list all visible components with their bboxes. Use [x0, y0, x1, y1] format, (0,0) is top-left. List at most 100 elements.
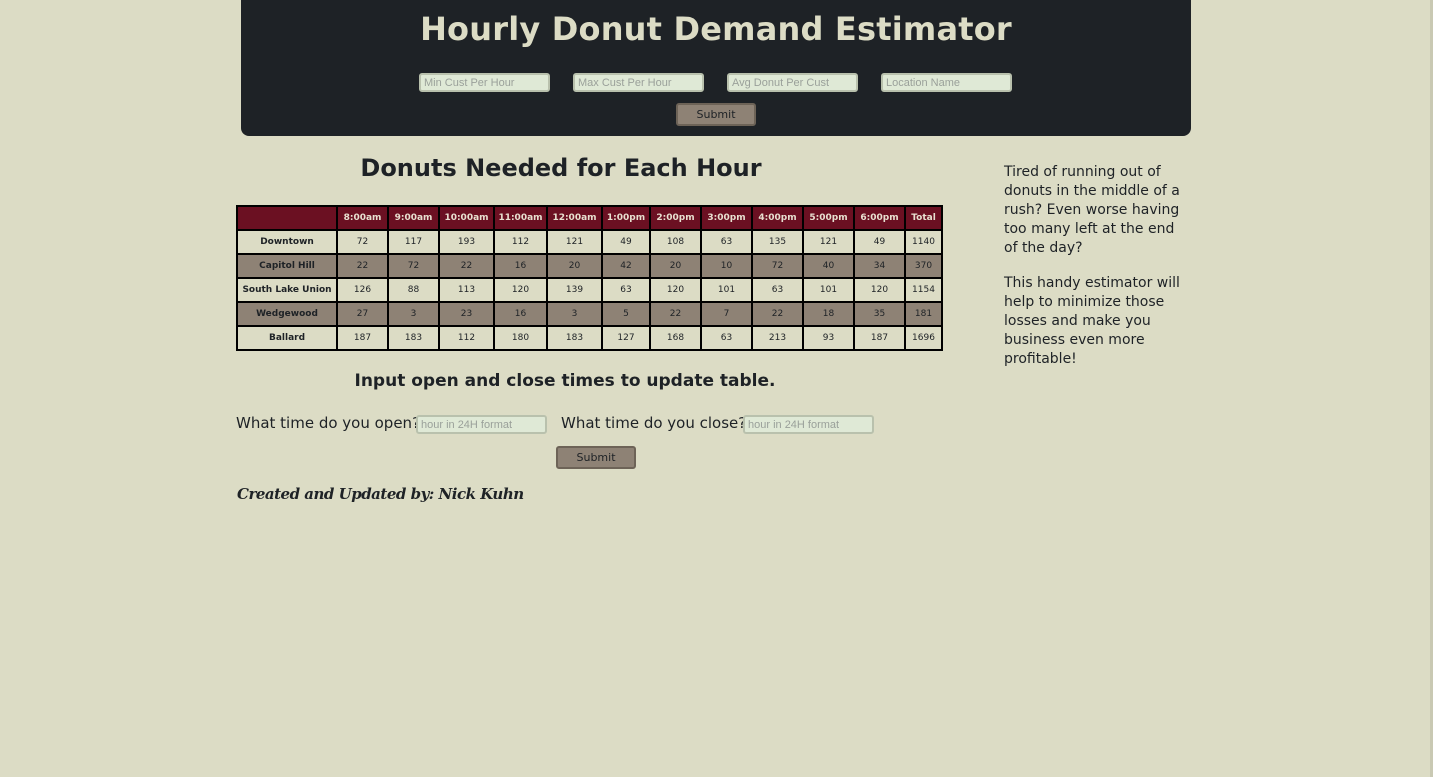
table-cell: 20 [649, 253, 702, 279]
table-cell: 5 [601, 301, 651, 327]
table-row: Ballard 187 183 112 180 183 127 168 63 2… [236, 325, 943, 351]
column-header: 6:00pm [853, 205, 906, 231]
table-cell: 72 [387, 253, 440, 279]
table-cell: 120 [853, 277, 906, 303]
table-cell: 187 [336, 325, 389, 351]
table-cell: 193 [438, 229, 495, 255]
table-cell: 20 [546, 253, 603, 279]
open-time-input[interactable] [416, 415, 547, 434]
table-cell: 22 [336, 253, 389, 279]
column-header: Total [904, 205, 943, 231]
close-time-label: What time do you close? [561, 414, 747, 432]
table-cell: 139 [546, 277, 603, 303]
table-cell: 35 [853, 301, 906, 327]
table-cell: 112 [438, 325, 495, 351]
column-header: 10:00am [438, 205, 495, 231]
table-cell: 34 [853, 253, 906, 279]
row-total: 1140 [904, 229, 943, 255]
table-cell: 183 [387, 325, 440, 351]
table-cell: 63 [751, 277, 804, 303]
donut-demand-table: 8:00am 9:00am 10:00am 11:00am 12:00am 1:… [236, 205, 943, 351]
update-instructions: Input open and close times to update tab… [354, 371, 776, 391]
column-header [236, 205, 338, 231]
row-location: Ballard [236, 325, 338, 351]
table-cell: 23 [438, 301, 495, 327]
open-time-label: What time do you open? [236, 414, 421, 432]
table-cell: 27 [336, 301, 389, 327]
blurb-paragraph: This handy estimator will help to minimi… [1004, 275, 1180, 367]
site-header: Hourly Donut Demand Estimator Submit [241, 0, 1191, 136]
max-cust-input[interactable] [573, 73, 704, 92]
column-header: 4:00pm [751, 205, 804, 231]
table-cell: 121 [546, 229, 603, 255]
table-cell: 213 [751, 325, 804, 351]
table-cell: 49 [601, 229, 651, 255]
table-cell: 120 [649, 277, 702, 303]
table-cell: 22 [649, 301, 702, 327]
table-cell: 72 [751, 253, 804, 279]
table-row: Wedgewood 27 3 23 16 3 5 22 7 22 18 35 1… [236, 301, 943, 327]
row-total: 181 [904, 301, 943, 327]
column-header: 12:00am [546, 205, 603, 231]
table-cell: 22 [751, 301, 804, 327]
column-header: 3:00pm [700, 205, 753, 231]
table-cell: 72 [336, 229, 389, 255]
table-cell: 108 [649, 229, 702, 255]
row-total: 1154 [904, 277, 943, 303]
table-row: Downtown 72 117 193 112 121 49 108 63 13… [236, 229, 943, 255]
blurb-paragraph: Tired of running out of donuts in the mi… [1004, 164, 1180, 256]
row-location: Capitol Hill [236, 253, 338, 279]
table-cell: 88 [387, 277, 440, 303]
table-cell: 121 [802, 229, 855, 255]
table-cell: 16 [493, 253, 548, 279]
table-cell: 93 [802, 325, 855, 351]
table-cell: 10 [700, 253, 753, 279]
table-cell: 63 [601, 277, 651, 303]
avg-donut-input[interactable] [727, 73, 858, 92]
row-total: 370 [904, 253, 943, 279]
sidebar-blurb: Tired of running out of donuts in the mi… [1004, 163, 1189, 385]
column-header: 8:00am [336, 205, 389, 231]
min-cust-input[interactable] [419, 73, 550, 92]
row-total: 1696 [904, 325, 943, 351]
table-cell: 126 [336, 277, 389, 303]
column-header: 5:00pm [802, 205, 855, 231]
table-cell: 63 [700, 325, 753, 351]
table-cell: 112 [493, 229, 548, 255]
table-header-row: 8:00am 9:00am 10:00am 11:00am 12:00am 1:… [236, 205, 943, 231]
table-cell: 120 [493, 277, 548, 303]
table-cell: 183 [546, 325, 603, 351]
row-location: Wedgewood [236, 301, 338, 327]
add-location-submit-button[interactable]: Submit [676, 103, 756, 126]
row-location: Downtown [236, 229, 338, 255]
table-row: Capitol Hill 22 72 22 16 20 42 20 10 72 … [236, 253, 943, 279]
table-cell: 101 [802, 277, 855, 303]
table-cell: 113 [438, 277, 495, 303]
row-location: South Lake Union [236, 277, 338, 303]
table-cell: 127 [601, 325, 651, 351]
column-header: 9:00am [387, 205, 440, 231]
table-cell: 135 [751, 229, 804, 255]
table-cell: 180 [493, 325, 548, 351]
table-cell: 63 [700, 229, 753, 255]
update-hours-submit-button[interactable]: Submit [556, 446, 636, 469]
location-name-input[interactable] [881, 73, 1012, 92]
close-time-input[interactable] [743, 415, 874, 434]
table-cell: 7 [700, 301, 753, 327]
column-header: 2:00pm [649, 205, 702, 231]
table-cell: 168 [649, 325, 702, 351]
table-cell: 187 [853, 325, 906, 351]
column-header: 11:00am [493, 205, 548, 231]
table-row: South Lake Union 126 88 113 120 139 63 1… [236, 277, 943, 303]
author-credit: Created and Updated by: Nick Kuhn [237, 485, 524, 503]
table-cell: 16 [493, 301, 548, 327]
page-title: Hourly Donut Demand Estimator [420, 10, 1012, 48]
table-cell: 101 [700, 277, 753, 303]
table-cell: 40 [802, 253, 855, 279]
table-cell: 3 [387, 301, 440, 327]
table-cell: 49 [853, 229, 906, 255]
column-header: 1:00pm [601, 205, 651, 231]
table-cell: 22 [438, 253, 495, 279]
table-title: Donuts Needed for Each Hour [360, 154, 762, 182]
table-cell: 42 [601, 253, 651, 279]
